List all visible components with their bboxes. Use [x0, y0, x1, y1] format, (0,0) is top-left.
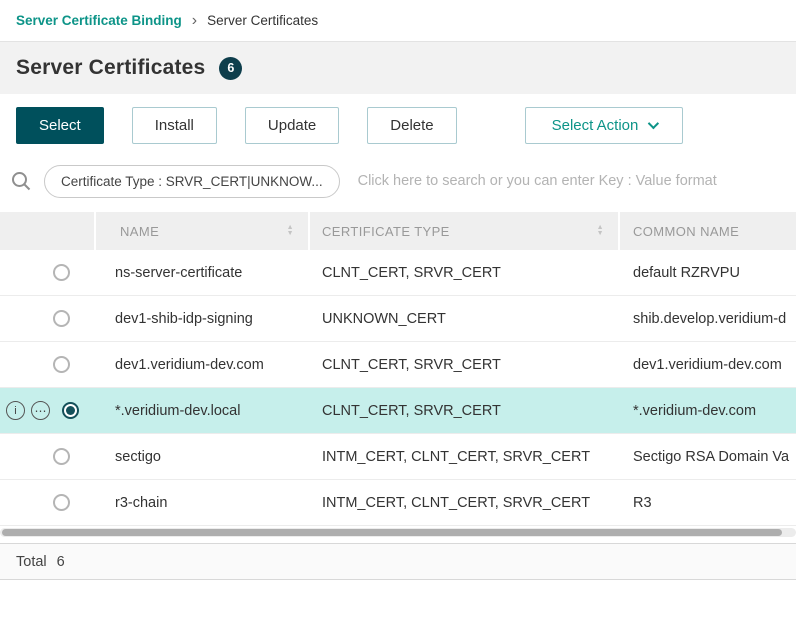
search-placeholder: Click here to search or you can enter Ke… — [358, 173, 717, 189]
cell-certificate-type: CLNT_CERT, SRVR_CERT — [310, 403, 620, 419]
cell-certificate-type: CLNT_CERT, SRVR_CERT — [310, 357, 620, 373]
cell-name: sectigo — [96, 449, 310, 465]
table-row[interactable]: dev1.veridium-dev.com CLNT_CERT, SRVR_CE… — [0, 342, 796, 388]
column-label-name: NAME — [120, 224, 159, 239]
breadcrumb: Server Certificate Binding › Server Cert… — [0, 0, 796, 42]
cell-name: ns-server-certificate — [96, 265, 310, 281]
header-cell-certificate-type[interactable]: CERTIFICATE TYPE ▲▼ — [310, 212, 620, 250]
ellipsis-menu-icon[interactable]: ⋯ — [31, 401, 50, 420]
header-cell-name[interactable]: NAME ▲▼ — [96, 212, 310, 250]
cell-name: r3-chain — [96, 495, 310, 511]
sort-icon[interactable]: ▲▼ — [287, 225, 294, 237]
select-button[interactable]: Select — [16, 107, 104, 144]
column-label-common-name: COMMON NAME — [633, 224, 739, 239]
cell-certificate-type: UNKNOWN_CERT — [310, 311, 620, 327]
certificates-table: NAME ▲▼ CERTIFICATE TYPE ▲▼ COMMON NAME … — [0, 212, 796, 526]
cell-common-name: Sectigo RSA Domain Va — [620, 449, 796, 465]
select-action-label: Select Action — [552, 117, 639, 134]
row-radio[interactable] — [53, 264, 70, 281]
scrollbar-thumb[interactable] — [2, 529, 782, 536]
install-button[interactable]: Install — [132, 107, 217, 144]
breadcrumb-separator-icon: › — [192, 12, 197, 30]
table-footer: Total 6 — [0, 543, 796, 580]
sort-icon[interactable]: ▲▼ — [597, 225, 604, 237]
count-badge: 6 — [219, 57, 242, 80]
cell-name: dev1.veridium-dev.com — [96, 357, 310, 373]
cell-common-name: R3 — [620, 495, 796, 511]
cell-common-name: dev1.veridium-dev.com — [620, 357, 796, 373]
cell-common-name: *.veridium-dev.com — [620, 403, 796, 419]
table-row-selected[interactable]: i ⋯ *.veridium-dev.local CLNT_CERT, SRVR… — [0, 388, 796, 434]
horizontal-scrollbar[interactable] — [0, 528, 796, 537]
row-radio[interactable] — [53, 448, 70, 465]
breadcrumb-parent-link[interactable]: Server Certificate Binding — [16, 13, 182, 28]
table-row[interactable]: r3-chain INTM_CERT, CLNT_CERT, SRVR_CERT… — [0, 480, 796, 526]
table-row[interactable]: ns-server-certificate CLNT_CERT, SRVR_CE… — [0, 250, 796, 296]
table-row[interactable]: dev1-shib-idp-signing UNKNOWN_CERT shib.… — [0, 296, 796, 342]
cell-name: dev1-shib-idp-signing — [96, 311, 310, 327]
header-cell-radio — [0, 212, 96, 250]
row-radio[interactable] — [53, 494, 70, 511]
cell-certificate-type: INTM_CERT, CLNT_CERT, SRVR_CERT — [310, 449, 620, 465]
table-row[interactable]: sectigo INTM_CERT, CLNT_CERT, SRVR_CERT … — [0, 434, 796, 480]
delete-button[interactable]: Delete — [367, 107, 456, 144]
page-header: Server Certificates 6 — [0, 42, 796, 94]
page-title: Server Certificates — [16, 56, 205, 80]
filter-chip[interactable]: Certificate Type : SRVR_CERT|UNKNOW... — [44, 165, 340, 198]
select-action-dropdown[interactable]: Select Action — [525, 107, 684, 144]
row-radio[interactable] — [53, 356, 70, 373]
search-icon — [10, 170, 32, 192]
info-icon[interactable]: i — [6, 401, 25, 420]
cell-name: *.veridium-dev.local — [96, 403, 310, 419]
breadcrumb-current: Server Certificates — [207, 13, 318, 28]
toolbar: Select Install Update Delete Select Acti… — [0, 94, 796, 156]
cell-certificate-type: INTM_CERT, CLNT_CERT, SRVR_CERT — [310, 495, 620, 511]
chevron-down-icon — [648, 118, 659, 129]
search-bar[interactable]: Certificate Type : SRVR_CERT|UNKNOW... C… — [0, 156, 796, 206]
total-label: Total — [16, 554, 47, 570]
table-header-row: NAME ▲▼ CERTIFICATE TYPE ▲▼ COMMON NAME — [0, 212, 796, 250]
cell-common-name: shib.develop.veridium-d — [620, 311, 796, 327]
total-value: 6 — [57, 554, 65, 570]
update-button[interactable]: Update — [245, 107, 339, 144]
header-cell-common-name[interactable]: COMMON NAME — [620, 212, 796, 250]
row-radio-checked[interactable] — [62, 402, 79, 419]
cell-common-name: default RZRVPU — [620, 265, 796, 281]
row-radio[interactable] — [53, 310, 70, 327]
cell-certificate-type: CLNT_CERT, SRVR_CERT — [310, 265, 620, 281]
column-label-certificate-type: CERTIFICATE TYPE — [322, 224, 450, 239]
